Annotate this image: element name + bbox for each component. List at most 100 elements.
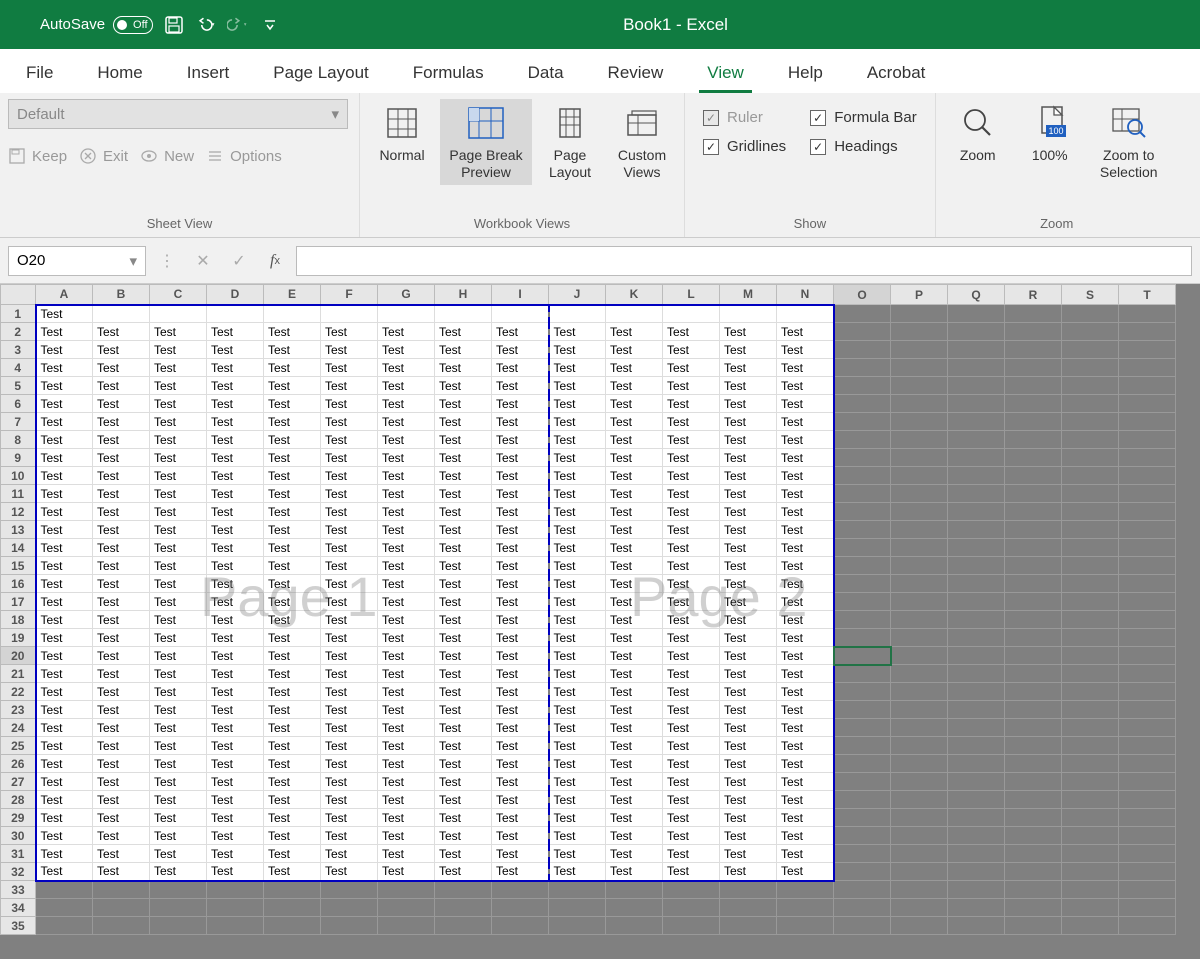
cell[interactable] (150, 305, 207, 323)
cell[interactable] (1062, 647, 1119, 665)
cell[interactable]: Test (777, 593, 834, 611)
cell[interactable]: Test (435, 629, 492, 647)
column-header[interactable]: J (549, 285, 606, 305)
cell[interactable] (663, 881, 720, 899)
cell[interactable] (1119, 809, 1176, 827)
cell[interactable]: Test (549, 539, 606, 557)
cell[interactable]: Test (777, 773, 834, 791)
cell[interactable]: Test (207, 827, 264, 845)
cell[interactable] (264, 917, 321, 935)
cell[interactable] (1062, 683, 1119, 701)
cell[interactable]: Test (492, 665, 549, 683)
cell[interactable]: Test (663, 737, 720, 755)
cell[interactable]: Test (720, 485, 777, 503)
cell[interactable] (891, 557, 948, 575)
cell[interactable]: Test (321, 503, 378, 521)
cell[interactable] (93, 899, 150, 917)
cell[interactable] (1005, 881, 1062, 899)
cell[interactable]: Test (378, 773, 435, 791)
cell[interactable] (435, 881, 492, 899)
cell[interactable] (492, 917, 549, 935)
row-header[interactable]: 1 (1, 305, 36, 323)
cell[interactable]: Test (264, 557, 321, 575)
tab-view[interactable]: View (699, 55, 752, 93)
cell[interactable]: Test (663, 341, 720, 359)
cell[interactable] (1062, 593, 1119, 611)
cell[interactable] (1005, 521, 1062, 539)
cell[interactable]: Test (321, 755, 378, 773)
cell[interactable] (1005, 377, 1062, 395)
column-header[interactable]: N (777, 285, 834, 305)
tab-page-layout[interactable]: Page Layout (265, 55, 376, 93)
cell[interactable]: Test (720, 359, 777, 377)
column-header[interactable]: B (93, 285, 150, 305)
cell[interactable] (834, 809, 891, 827)
cell[interactable]: Test (663, 377, 720, 395)
cell[interactable]: Test (207, 395, 264, 413)
cell[interactable]: Test (321, 575, 378, 593)
cell[interactable]: Test (663, 791, 720, 809)
sheetview-dropdown[interactable]: Default ▾ (8, 99, 348, 129)
cell[interactable] (948, 809, 1005, 827)
cell[interactable]: Test (492, 737, 549, 755)
cell[interactable] (93, 305, 150, 323)
cell[interactable]: Test (549, 323, 606, 341)
cell[interactable]: Test (606, 629, 663, 647)
cell[interactable]: Test (606, 611, 663, 629)
cell[interactable]: Test (93, 431, 150, 449)
cell[interactable]: Test (549, 845, 606, 863)
cell[interactable] (549, 305, 606, 323)
cell[interactable]: Test (36, 647, 93, 665)
cell[interactable]: Test (606, 719, 663, 737)
cell[interactable]: Test (378, 701, 435, 719)
cell[interactable]: Test (378, 359, 435, 377)
cell[interactable]: Test (663, 719, 720, 737)
cell[interactable] (891, 449, 948, 467)
cell[interactable] (834, 485, 891, 503)
cell[interactable] (948, 539, 1005, 557)
cell[interactable] (1119, 611, 1176, 629)
cell[interactable]: Test (663, 863, 720, 881)
cell[interactable]: Test (207, 341, 264, 359)
cell[interactable]: Test (93, 719, 150, 737)
cell[interactable] (891, 737, 948, 755)
cell[interactable] (948, 917, 1005, 935)
cell[interactable]: Test (606, 341, 663, 359)
cell[interactable]: Test (378, 647, 435, 665)
cell[interactable] (549, 881, 606, 899)
cell[interactable]: Test (492, 323, 549, 341)
cell[interactable] (378, 881, 435, 899)
tab-acrobat[interactable]: Acrobat (859, 55, 934, 93)
cell[interactable] (663, 899, 720, 917)
zoom-button[interactable]: Zoom (944, 99, 1012, 168)
normal-view-button[interactable]: Normal (368, 99, 436, 168)
keep-button[interactable]: Keep (8, 147, 67, 165)
cell[interactable]: Test (321, 737, 378, 755)
cell[interactable]: Test (606, 683, 663, 701)
cell[interactable]: Test (321, 791, 378, 809)
cell[interactable]: Test (606, 395, 663, 413)
cell[interactable]: Test (36, 863, 93, 881)
cell[interactable] (720, 305, 777, 323)
cell[interactable] (891, 809, 948, 827)
cell[interactable]: Test (321, 467, 378, 485)
cell[interactable]: Test (321, 809, 378, 827)
cell[interactable]: Test (663, 395, 720, 413)
tab-home[interactable]: Home (89, 55, 150, 93)
cell[interactable]: Test (150, 629, 207, 647)
cell[interactable] (1062, 773, 1119, 791)
cell[interactable] (663, 305, 720, 323)
cell[interactable]: Test (264, 737, 321, 755)
cell[interactable] (1062, 665, 1119, 683)
cell[interactable] (1062, 611, 1119, 629)
cell[interactable]: Test (264, 593, 321, 611)
cell[interactable]: Test (435, 449, 492, 467)
cell[interactable] (948, 467, 1005, 485)
cell[interactable] (834, 611, 891, 629)
cell[interactable] (720, 881, 777, 899)
cell[interactable]: Test (378, 485, 435, 503)
row-header[interactable]: 8 (1, 431, 36, 449)
custom-views-button[interactable]: Custom Views (608, 99, 676, 185)
cell[interactable]: Test (606, 791, 663, 809)
cell[interactable]: Test (777, 575, 834, 593)
